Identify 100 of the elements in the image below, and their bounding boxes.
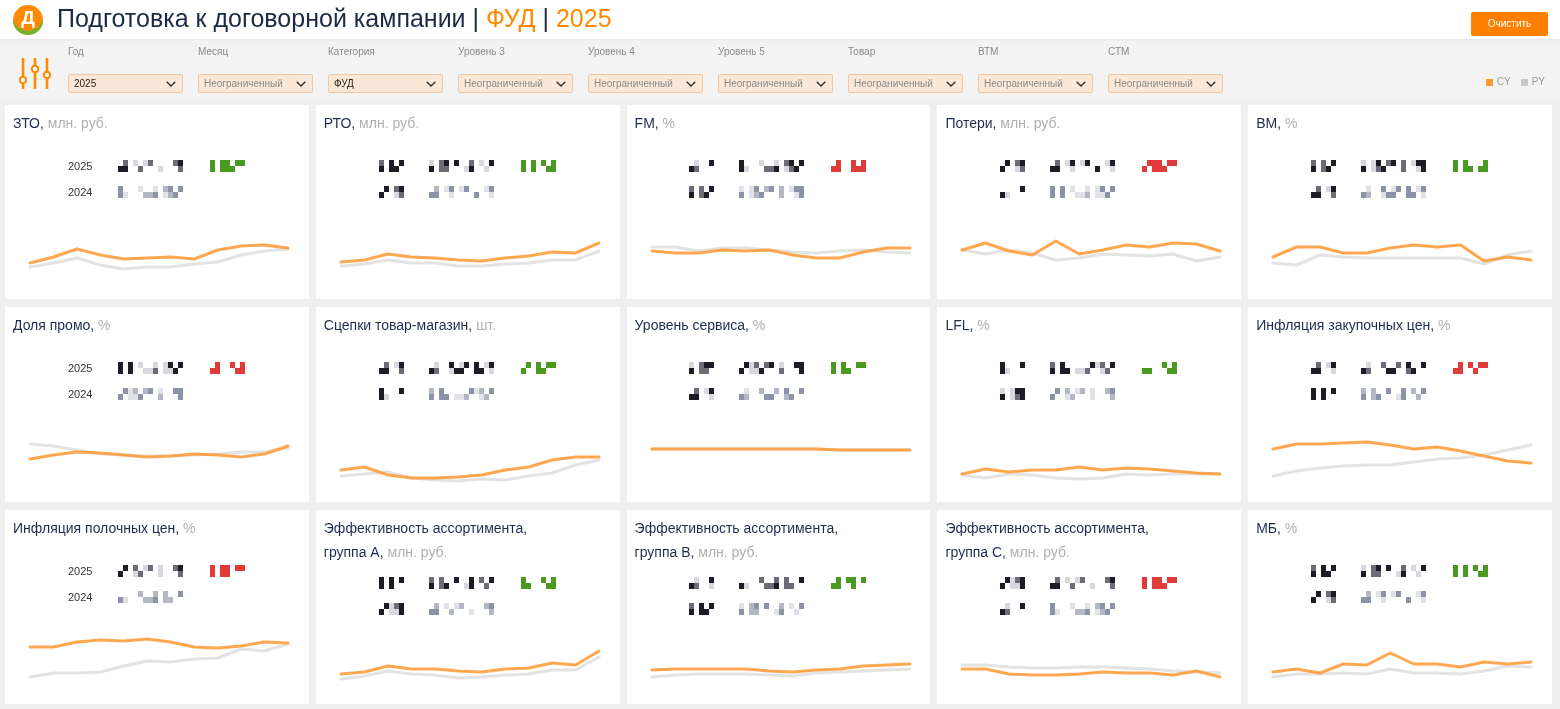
pixelated-value-icon bbox=[1361, 388, 1427, 401]
year-label: 2024 bbox=[67, 590, 93, 603]
clear-button[interactable]: Очистить bbox=[1471, 11, 1548, 36]
pixelated-label-icon bbox=[689, 362, 715, 375]
chevron-icon bbox=[426, 80, 436, 87]
pixelated-label-icon bbox=[1311, 362, 1337, 375]
filter-label: СТМ bbox=[1108, 45, 1130, 59]
pixelated-value-icon bbox=[1050, 602, 1116, 615]
card-title: Эффективность ассортимента, группа А, млн. руб. bbox=[322, 518, 529, 562]
year-label: 2025 bbox=[67, 564, 93, 577]
pixelated-value-icon bbox=[117, 590, 183, 603]
legend-label: PY bbox=[1531, 76, 1545, 88]
card-title: Доля промо, % bbox=[12, 316, 112, 336]
chevron-icon bbox=[1076, 80, 1086, 87]
chevron-icon bbox=[816, 80, 826, 87]
card-title: FM, % bbox=[633, 114, 677, 133]
card-title: Уровень сервиса, % bbox=[633, 316, 767, 336]
year-label: 2025 bbox=[67, 362, 93, 375]
year-label: 2025 bbox=[67, 160, 93, 173]
filter-dropdown[interactable]: Неограниченный bbox=[978, 74, 1093, 93]
pixelated-value-icon bbox=[739, 576, 805, 589]
pixelated-label-icon bbox=[1311, 564, 1337, 577]
pixelated-label-icon bbox=[1000, 602, 1026, 615]
page-title: Подготовка к договорной кампании | ФУД | 2025 bbox=[57, 2, 612, 33]
pixelated-label-icon bbox=[689, 576, 715, 589]
pixelated-value-icon bbox=[1361, 590, 1427, 603]
filter-label: Товар bbox=[848, 45, 876, 59]
pixelated-label-icon bbox=[689, 388, 715, 401]
filter-dropdown[interactable]: ФУД bbox=[328, 74, 443, 93]
filter-dropdown[interactable]: 2025 bbox=[68, 74, 183, 93]
chevron-icon bbox=[166, 80, 176, 87]
pixelated-label-icon bbox=[1000, 160, 1026, 173]
pixelated-value-icon bbox=[428, 576, 494, 589]
pixelated-label-icon bbox=[689, 602, 715, 615]
pixelated-value-icon bbox=[1361, 362, 1427, 375]
pixelated-value-icon bbox=[739, 186, 805, 199]
filter-dropdown[interactable]: Неограниченный bbox=[588, 74, 703, 93]
pixelated-label-icon bbox=[1311, 590, 1337, 603]
pixelated-value-icon bbox=[739, 160, 805, 173]
chevron-icon bbox=[946, 80, 956, 87]
card-title: Сцепки товар-магазин, шт. bbox=[322, 316, 498, 336]
filter-label: Уровень 5 bbox=[718, 45, 765, 59]
chevron-icon bbox=[556, 80, 566, 87]
pixelated-label-icon bbox=[1311, 388, 1337, 401]
filter-label: Уровень 4 bbox=[588, 45, 635, 59]
pixelated-value-icon bbox=[117, 388, 183, 401]
pixelated-value-icon bbox=[1361, 186, 1427, 199]
pixelated-value-icon bbox=[428, 362, 494, 375]
pixelated-value-icon bbox=[1361, 160, 1427, 173]
filter-dropdown[interactable]: Неограниченный bbox=[458, 74, 573, 93]
chevron-icon bbox=[686, 80, 696, 87]
filter-label: Месяц bbox=[198, 45, 229, 59]
chevron-icon bbox=[296, 80, 306, 87]
card-title: Потери, млн. руб. bbox=[944, 114, 1062, 133]
logo: Д bbox=[13, 4, 43, 35]
pixelated-label-icon bbox=[378, 186, 404, 199]
sliders-icon[interactable] bbox=[19, 58, 51, 89]
year-label: 2024 bbox=[67, 388, 93, 401]
pixelated-label-icon bbox=[1000, 186, 1026, 199]
year-label: 2024 bbox=[67, 186, 93, 199]
pixelated-value-icon bbox=[1050, 576, 1116, 589]
pixelated-value-icon bbox=[1050, 186, 1116, 199]
pixelated-value-icon bbox=[1050, 160, 1116, 173]
pixelated-value-icon bbox=[428, 160, 494, 173]
pixelated-label-icon bbox=[689, 186, 715, 199]
pixelated-value-icon bbox=[428, 388, 494, 401]
pixelated-value-icon bbox=[739, 362, 805, 375]
pixelated-value-icon bbox=[117, 160, 183, 173]
pixelated-label-icon bbox=[689, 160, 715, 173]
card-title: Инфляция полочных цен, % bbox=[12, 518, 197, 538]
card-title: Эффективность ассортимента, группа В, млн. руб. bbox=[633, 518, 840, 562]
card-title: LFL, % bbox=[944, 316, 991, 336]
pixelated-label-icon bbox=[1000, 576, 1026, 589]
pixelated-label-icon bbox=[378, 602, 404, 615]
pixelated-value-icon bbox=[117, 362, 183, 375]
pixelated-label-icon bbox=[378, 160, 404, 173]
pixelated-label-icon bbox=[378, 362, 404, 375]
pixelated-label-icon bbox=[378, 576, 404, 589]
legend-label: CY bbox=[1496, 76, 1511, 88]
filter-dropdown[interactable]: Неограниченный bbox=[1108, 74, 1223, 93]
card-title: ЗТО, млн. руб. bbox=[12, 114, 109, 133]
filter-label: ВТМ bbox=[978, 45, 999, 59]
pixelated-label-icon bbox=[1311, 160, 1337, 173]
card-title: Инфляция закупочных цен, % bbox=[1255, 316, 1452, 336]
pixelated-value-icon bbox=[1050, 362, 1116, 375]
filter-label: Категория bbox=[328, 45, 375, 59]
pixelated-value-icon bbox=[739, 602, 805, 615]
pixelated-value-icon bbox=[428, 602, 494, 615]
pixelated-value-icon bbox=[117, 564, 183, 577]
card-title: РТО, млн. руб. bbox=[322, 114, 421, 133]
pixelated-label-icon bbox=[1000, 388, 1026, 401]
filter-label: Год bbox=[68, 45, 84, 59]
card-title: Эффективность ассортимента, группа С, млн. руб. bbox=[944, 518, 1150, 562]
pixelated-label-icon bbox=[1311, 186, 1337, 199]
card-title: МБ, % bbox=[1255, 518, 1299, 538]
filter-dropdown[interactable]: Неограниченный bbox=[198, 74, 313, 93]
filter-dropdown[interactable]: Неограниченный bbox=[718, 74, 833, 93]
filter-dropdown[interactable]: Неограниченный bbox=[848, 74, 963, 93]
filter-label: Уровень 3 bbox=[458, 45, 505, 59]
pixelated-label-icon bbox=[1000, 362, 1026, 375]
